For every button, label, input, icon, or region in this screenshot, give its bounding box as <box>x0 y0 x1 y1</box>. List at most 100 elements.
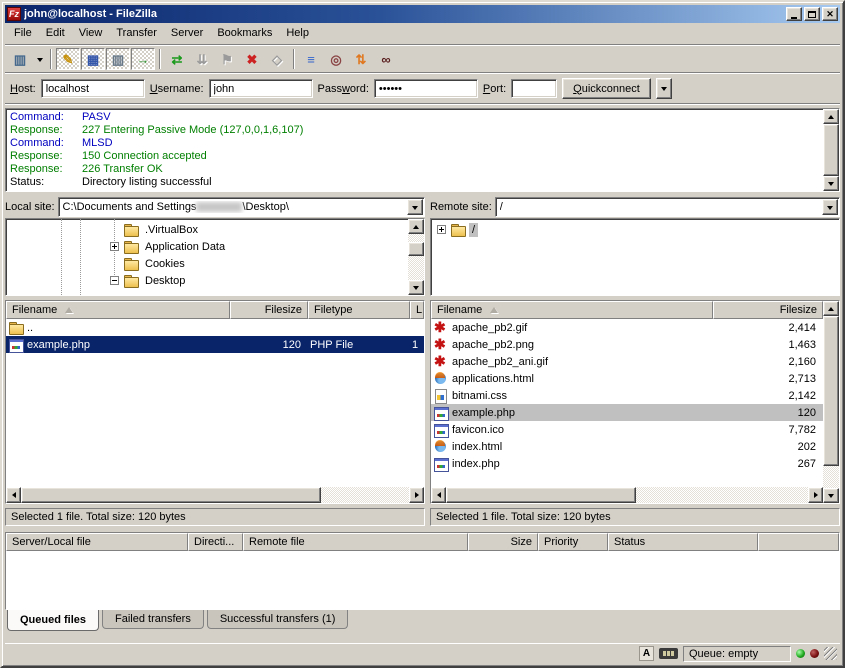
toolbar-toggle-transfer-queue-button[interactable]: → <box>131 48 155 70</box>
maximize-button[interactable] <box>804 7 820 21</box>
arrow-right-icon <box>415 492 422 498</box>
username-input[interactable] <box>209 79 313 98</box>
menu-server[interactable]: Server <box>164 25 210 41</box>
scroll-right-button[interactable] <box>808 487 823 503</box>
file-row[interactable]: example.php 120 <box>431 404 823 421</box>
file-row[interactable]: index.php 267 <box>431 455 823 472</box>
local-tree-scrollbar[interactable] <box>408 219 424 295</box>
menu-transfer[interactable]: Transfer <box>109 25 164 41</box>
minimize-button[interactable] <box>786 7 802 21</box>
column-header-direction[interactable]: Directi... <box>188 533 243 551</box>
scrollbar-thumb[interactable] <box>408 242 424 256</box>
file-row[interactable]: applications.html 2,713 <box>431 370 823 387</box>
local-directory-tree: .VirtualBox Application Data Cookies <box>5 218 425 296</box>
toolbar-directory-listing-filters-button[interactable]: ≡ <box>299 48 323 70</box>
toolbar-directory-comparison-button[interactable]: ◎ <box>324 48 348 70</box>
scroll-up-button[interactable] <box>823 109 839 124</box>
toolbar-process-queue-button[interactable]: ⇊ <box>190 48 214 70</box>
menu-help[interactable]: Help <box>279 25 316 41</box>
scroll-up-button[interactable] <box>408 219 424 234</box>
file-row[interactable]: .. <box>6 319 424 336</box>
toolbar-toggle-message-log-button[interactable]: ✎ <box>56 48 80 70</box>
toolbar-find-files-button[interactable]: ∞ <box>374 48 398 70</box>
resize-grip[interactable] <box>824 647 837 660</box>
scroll-left-button[interactable] <box>431 487 446 503</box>
remote-vertical-scrollbar[interactable] <box>823 301 839 503</box>
column-header-filesize[interactable]: Filesize <box>230 301 308 319</box>
remote-site-dropdown-button[interactable] <box>822 199 838 215</box>
column-header-filename[interactable]: Filename <box>431 301 713 319</box>
close-button[interactable]: ✕ <box>822 7 838 21</box>
toolbar-toggle-local-tree-button[interactable]: ▦ <box>81 48 105 70</box>
tab-failed-transfers[interactable]: Failed transfers <box>102 610 204 629</box>
tree-expander[interactable] <box>437 225 446 234</box>
column-header-filetype[interactable]: Filetype <box>308 301 410 319</box>
file-row[interactable]: bitnami.css 2,142 <box>431 387 823 404</box>
menu-file[interactable]: File <box>7 25 39 41</box>
menu-view[interactable]: View <box>72 25 110 41</box>
remote-site-combo[interactable]: / <box>495 197 840 217</box>
file-row[interactable]: index.html 202 <box>431 438 823 455</box>
scrollbar-track[interactable] <box>636 487 808 503</box>
scrollbar-track[interactable] <box>321 487 409 503</box>
scrollbar-track[interactable] <box>823 316 839 488</box>
scroll-up-button[interactable] <box>823 301 839 316</box>
password-input[interactable] <box>374 79 478 98</box>
column-header-filename[interactable]: Filename <box>6 301 230 319</box>
column-header-server-local-file[interactable]: Server/Local file <box>6 533 188 551</box>
file-row[interactable]: apache_pb2_ani.gif 2,160 <box>431 353 823 370</box>
scroll-left-button[interactable] <box>6 487 21 503</box>
toolbar-reconnect-button[interactable]: ◇ <box>265 48 289 70</box>
column-header-remote-file[interactable]: Remote file <box>243 533 468 551</box>
column-header-lastmodified[interactable]: L <box>410 301 424 319</box>
quickconnect-dropdown-button[interactable] <box>656 78 672 99</box>
remote-horizontal-scrollbar[interactable] <box>431 487 823 503</box>
toolbar-cancel-operation-button[interactable]: ⚑ <box>215 48 239 70</box>
port-input[interactable] <box>511 79 557 98</box>
log-line-type: Response: <box>10 150 82 163</box>
local-site-dropdown-button[interactable] <box>407 199 423 215</box>
toolbar-synchronized-browsing-button[interactable]: ⇅ <box>349 48 373 70</box>
scrollbar-track[interactable] <box>408 234 424 280</box>
host-input[interactable] <box>41 79 145 98</box>
local-horizontal-scrollbar[interactable] <box>6 487 424 503</box>
log-line-type: Status: <box>10 176 82 189</box>
tree-item[interactable]: .VirtualBox <box>6 221 408 238</box>
tree-expander[interactable] <box>110 276 119 285</box>
scroll-right-button[interactable] <box>409 487 424 503</box>
username-label: Username: <box>150 83 204 95</box>
scroll-down-button[interactable] <box>408 280 424 295</box>
tree-item[interactable]: Application Data <box>6 238 408 255</box>
column-header-priority[interactable]: Priority <box>538 533 608 551</box>
scrollbar-thumb[interactable] <box>823 124 839 176</box>
column-header-size[interactable]: Size <box>468 533 538 551</box>
tab-queued-files[interactable]: Queued files <box>7 610 99 631</box>
log-line: Status: Directory listing successful <box>10 176 819 189</box>
tree-item[interactable]: Cookies <box>6 255 408 272</box>
file-row[interactable]: favicon.ico 7,782 <box>431 421 823 438</box>
file-row[interactable]: apache_pb2.gif 2,414 <box>431 319 823 336</box>
scrollbar-thumb[interactable] <box>21 487 321 503</box>
toolbar-site-manager-dropdown-button[interactable] <box>33 48 46 70</box>
quickconnect-button[interactable]: Quickconnect <box>562 78 651 99</box>
scrollbar-thumb[interactable] <box>446 487 636 503</box>
tree-expander[interactable] <box>110 242 119 251</box>
tab-successful-transfers[interactable]: Successful transfers (1) <box>207 610 349 629</box>
scrollbar-thumb[interactable] <box>823 316 839 466</box>
menu-edit[interactable]: Edit <box>39 25 72 41</box>
menu-bookmarks[interactable]: Bookmarks <box>210 25 279 41</box>
toolbar-toggle-remote-tree-button[interactable]: ▥ <box>106 48 130 70</box>
file-row[interactable]: apache_pb2.png 1,463 <box>431 336 823 353</box>
tree-item[interactable]: Desktop <box>6 272 408 289</box>
tree-item[interactable]: / <box>431 221 839 238</box>
column-header-status[interactable]: Status <box>608 533 758 551</box>
log-scrollbar[interactable] <box>823 109 839 191</box>
toolbar-disconnect-button[interactable]: ✖ <box>240 48 264 70</box>
local-site-combo[interactable]: C:\Documents and Settings\Desktop\ <box>58 197 425 217</box>
toolbar-refresh-button[interactable]: ⇄ <box>165 48 189 70</box>
scroll-down-button[interactable] <box>823 176 839 191</box>
column-header-filesize[interactable]: Filesize <box>713 301 823 319</box>
toolbar-site-manager-button[interactable]: ▥ <box>8 48 32 70</box>
scroll-down-button[interactable] <box>823 488 839 503</box>
file-row[interactable]: example.php 120 PHP File 1 <box>6 336 424 353</box>
